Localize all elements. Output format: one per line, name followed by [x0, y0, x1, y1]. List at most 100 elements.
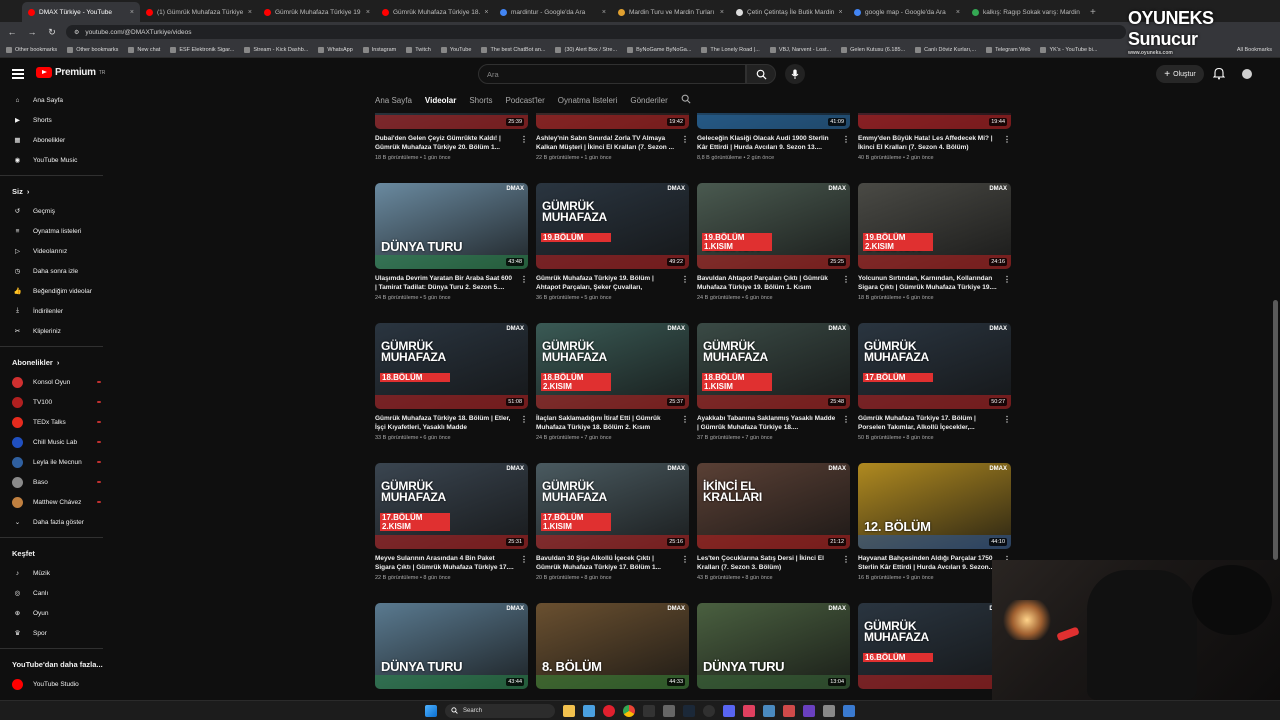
discord-icon[interactable] — [723, 704, 735, 717]
tab-4[interactable]: Oynatma listeleri — [558, 96, 618, 105]
video-thumbnail[interactable]: DMAX DÜNYA TURU 43:44 — [375, 603, 528, 689]
video-thumbnail[interactable]: DMAX GÜMRÜK MUHAFAZA 17.BÖLÜM 1.KISIM 25:16 — [536, 463, 689, 549]
notifications-bell-icon[interactable] — [1212, 67, 1227, 81]
windows-start-icon[interactable] — [425, 704, 437, 717]
bookmark-item[interactable]: The best ChatBot an... — [481, 46, 545, 53]
address-bar[interactable]: ⚙ youtube.com/@DMAXTurkiye/videos — [66, 25, 1126, 39]
bookmark-item[interactable]: Twitch — [406, 46, 431, 53]
video-title[interactable]: Gümrük Muhafaza Türkiye 19. Bölüm | Ahta… — [536, 274, 676, 292]
video-thumbnail[interactable]: DMAX1.KISIM25:39 — [375, 113, 528, 129]
create-button[interactable]: + Oluştur — [1156, 65, 1204, 83]
search-button[interactable] — [746, 64, 776, 84]
browser-tab[interactable]: Gümrük Muhafaza Türkiye 18. × — [376, 2, 494, 22]
menu-icon[interactable] — [12, 69, 24, 79]
bookmark-item[interactable]: ByNoGame ByNoGa... — [627, 46, 691, 53]
bookmark-item[interactable]: YK's - YouTube bi... — [1040, 46, 1097, 53]
video-thumbnail[interactable]: DMAXGÜMRÜK19.BÖLÜM 2.KISIM24:16 — [858, 183, 1011, 269]
more-options-icon[interactable]: ⋮ — [681, 275, 689, 284]
video-title[interactable]: Gümrük Muhafaza Türkiye 17. Bölüm | Pors… — [858, 414, 998, 432]
sidebar-item[interactable]: ⤓ İndirilenler — [0, 301, 115, 321]
app-icon[interactable] — [783, 704, 795, 717]
close-icon[interactable]: × — [838, 9, 842, 16]
browser-tab[interactable]: google map - Google'da Ara × — [848, 2, 966, 22]
close-icon[interactable]: × — [248, 9, 252, 16]
video-card[interactable]: DMAXİKİNCİ EL KRALLARI19:42 Ashley'nin Sa… — [536, 113, 689, 161]
sidebar-item[interactable]: ⌂ Ana Sayfa — [0, 90, 115, 110]
close-icon[interactable]: × — [366, 9, 370, 16]
chrome-icon[interactable] — [623, 704, 635, 717]
new-tab-button[interactable]: + — [1090, 2, 1096, 22]
bookmark-item[interactable]: Other bookmarks — [67, 46, 118, 53]
bookmark-item[interactable]: Canlı Döviz Kurları,... — [915, 46, 976, 53]
sidebar-subscription-item[interactable]: TV100 — [0, 392, 115, 412]
sidebar-subscription-item[interactable]: Leyla ile Mecnun — [0, 452, 115, 472]
more-options-icon[interactable]: ⋮ — [1003, 275, 1011, 284]
app-icon[interactable] — [803, 704, 815, 717]
video-thumbnail[interactable]: DMAX13. BÖLÜM41:09 — [697, 113, 850, 129]
opera-icon[interactable] — [603, 704, 615, 717]
video-card[interactable]: DMAX GÜMRÜK MUHAFAZA 18.BÖLÜM 51:08 Gümrük M… — [375, 323, 528, 441]
video-card[interactable]: DMAX DÜNYA TURU 13:04 — [697, 603, 850, 689]
sidebar-item[interactable]: ◎ Canlı — [0, 583, 115, 603]
video-thumbnail[interactable]: DMAX GÜMRÜK MUHAFAZA 19.BÖLÜM 49:22 — [536, 183, 689, 269]
video-thumbnail[interactable]: DMAX 8. BÖLÜM 44:33 — [536, 603, 689, 689]
app-icon[interactable] — [743, 704, 755, 717]
show-more-button[interactable]: ⌄ Daha fazla göster — [0, 512, 115, 532]
back-icon[interactable]: ← — [6, 27, 18, 37]
sidebar-item[interactable]: ▷ Videolarınız — [0, 241, 115, 261]
more-options-icon[interactable]: ⋮ — [842, 135, 850, 144]
more-options-icon[interactable]: ⋮ — [520, 275, 528, 284]
video-title[interactable]: Ayakkabı Tabanına Saklanmış Yasaklı Madd… — [697, 414, 837, 432]
bookmark-item[interactable]: Instagram — [362, 46, 396, 53]
sidebar-item[interactable]: ▦ Abonelikler — [0, 130, 115, 150]
tab-1[interactable]: Videolar — [425, 96, 456, 105]
app-icon[interactable] — [843, 704, 855, 717]
close-icon[interactable]: × — [484, 9, 488, 16]
close-icon[interactable]: × — [956, 9, 960, 16]
steam-icon[interactable] — [683, 704, 695, 717]
browser-tab[interactable]: kalkış: Ragıp Sokak varış: Mardin× — [966, 2, 1084, 22]
sidebar-subscription-item[interactable]: Matthew Chávez — [0, 492, 115, 512]
reload-icon[interactable]: ↻ — [46, 27, 58, 38]
video-card[interactable]: DMAX İKİNCİ EL KRALLARI 21:12 Les'ten Çocuk… — [697, 463, 850, 581]
video-thumbnail[interactable]: DMAX DÜNYA TURU 13:04 — [697, 603, 850, 689]
video-title[interactable]: Geleceğin Klasiği Olacak Audi 1900 Sterl… — [697, 134, 837, 152]
sidebar-subscription-item[interactable]: TEDx Talks — [0, 412, 115, 432]
sidebar-item[interactable]: ≡ Oynatma listeleri — [0, 221, 115, 241]
video-thumbnail[interactable]: DMAX İKİNCİ EL KRALLARI 21:12 — [697, 463, 850, 549]
video-thumbnail[interactable]: DMAXİKİNCİ EL KRALLARI19:42 — [536, 113, 689, 129]
sidebar-subscription-item[interactable]: Baso — [0, 472, 115, 492]
sidebar-item-youtube-studio[interactable]: YouTube Studio — [0, 674, 115, 694]
more-options-icon[interactable]: ⋮ — [842, 555, 850, 564]
video-title[interactable]: Ulaşımda Devrim Yaratan Bir Araba Saat 6… — [375, 274, 515, 292]
obs-icon[interactable] — [703, 704, 715, 717]
video-card[interactable]: DMAX DÜNYA TURU 43:48 Ulaşımda Devrim Yarat… — [375, 183, 528, 301]
sidebar-section-subscriptions[interactable]: Abonelikler › — [0, 352, 115, 372]
video-card[interactable]: DMAX1.KISIM25:39 Dubai'den Gelen Çeyiz Gü… — [375, 113, 528, 161]
video-card[interactable]: DMAX GÜMRÜK MUHAFAZA 18.BÖLÜM 1.KISIM 25:48… — [697, 323, 850, 441]
video-card[interactable]: DMAXGÜMRÜK MUHAFAZA16.BÖLÜM — [858, 603, 1011, 689]
bookmark-item[interactable]: The Lonely Road |... — [701, 46, 760, 53]
more-options-icon[interactable]: ⋮ — [681, 415, 689, 424]
app-icon[interactable] — [763, 704, 775, 717]
bookmark-item[interactable]: Stream - Kick Dashb... — [244, 46, 308, 53]
video-title[interactable]: Bavuldan Ahtapot Parçaları Çıktı | Gümrü… — [697, 274, 837, 292]
sidebar-subscription-item[interactable]: Konsol Oyun — [0, 372, 115, 392]
sidebar-item[interactable]: ◷ Daha sonra izle — [0, 261, 115, 281]
video-thumbnail[interactable]: DMAXGÜMRÜK MUHAFAZA16.BÖLÜM — [858, 603, 1011, 689]
video-title[interactable]: Emmy'den Büyük Hata! Les Affedecek Mi? |… — [858, 134, 998, 152]
channel-search-icon[interactable] — [681, 94, 691, 106]
video-title[interactable]: Dubai'den Gelen Çeyiz Gümrükte Kaldı! | … — [375, 134, 515, 152]
sidebar-subscription-item[interactable]: Chill Music Lab — [0, 432, 115, 452]
bookmark-item[interactable]: WhatsApp — [318, 46, 353, 53]
more-options-icon[interactable]: ⋮ — [1003, 415, 1011, 424]
video-thumbnail[interactable]: DMAXGÜMRÜK19.BÖLÜM 1.KISIM25:25 — [697, 183, 850, 269]
tab-5[interactable]: Gönderiler — [630, 96, 667, 105]
bookmark-item[interactable]: (30) Alert Box / Stre... — [555, 46, 617, 53]
sidebar-item[interactable]: ✂ Klipleriniz — [0, 321, 115, 341]
bookmark-item[interactable]: Gelen Kutusu (6.185... — [841, 46, 905, 53]
sidebar-item[interactable]: ↺ Geçmiş — [0, 201, 115, 221]
browser-tab[interactable]: Gümrük Muhafaza Türkiye 19 × — [258, 2, 376, 22]
more-options-icon[interactable]: ⋮ — [520, 415, 528, 424]
bookmark-item[interactable]: YouTube — [440, 46, 471, 53]
